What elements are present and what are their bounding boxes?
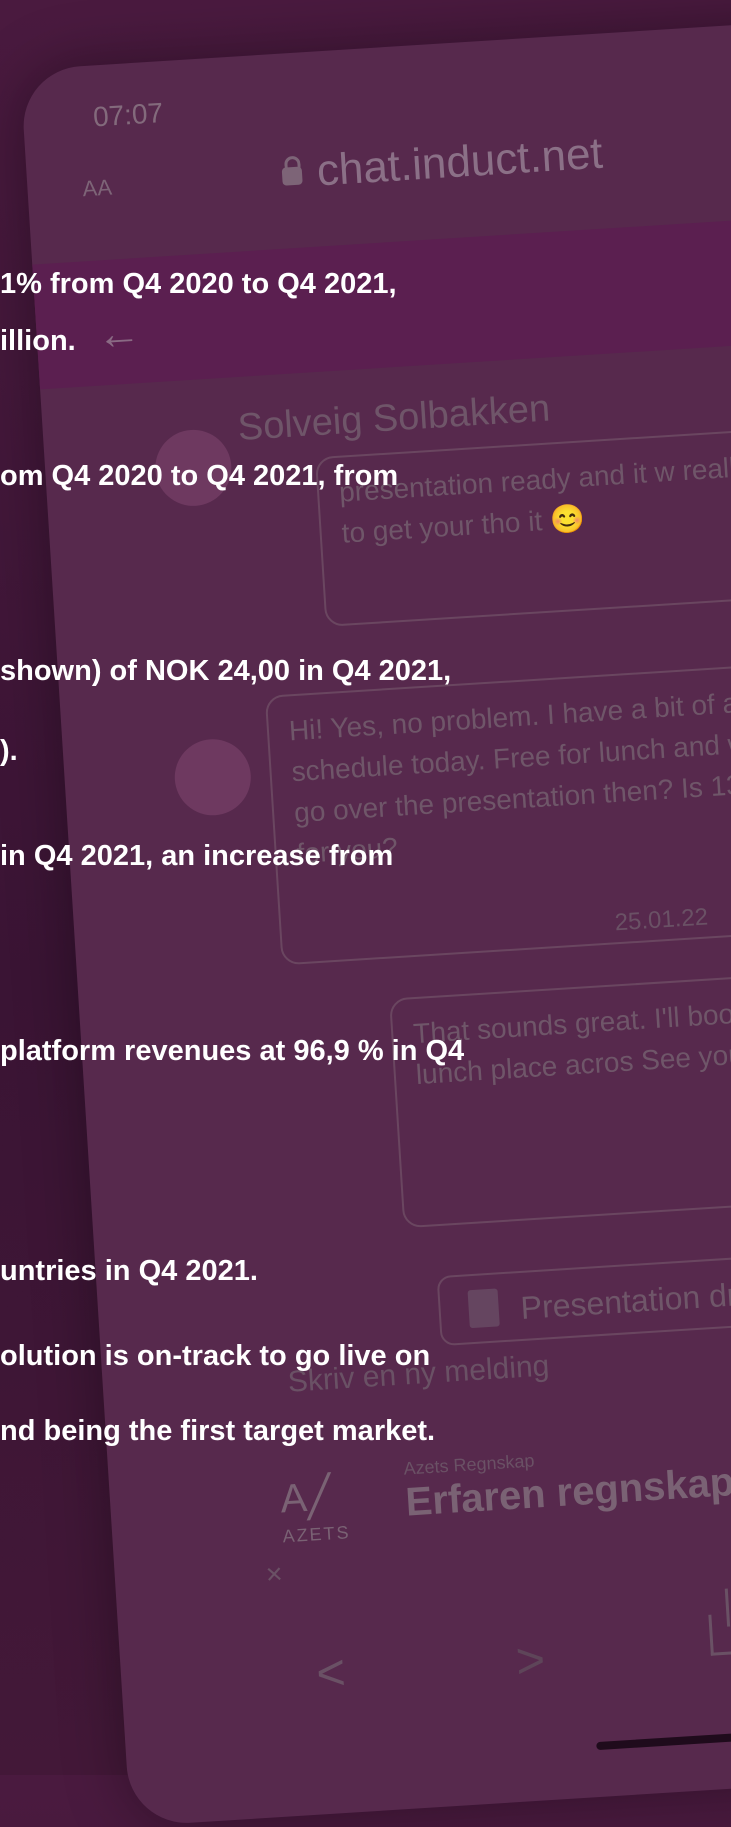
highlight-line-1: 1% from Q4 2020 to Q4 2021, xyxy=(0,268,397,300)
highlight-line-2: illion. xyxy=(0,325,76,357)
highlight-line-10: nd being the first target market. xyxy=(0,1415,436,1447)
highlight-line-6: in Q4 2021, an increase from xyxy=(0,840,394,872)
highlight-line-5: ). xyxy=(0,735,18,767)
highlights-text-overlay: 1% from Q4 2020 to Q4 2021, illion. om Q… xyxy=(0,0,731,1775)
highlight-line-8: untries in Q4 2021. xyxy=(0,1255,258,1287)
highlight-line-4: shown) of NOK 24,00 in Q4 2021, xyxy=(0,655,452,687)
highlight-line-7: platform revenues at 96,9 % in Q4 xyxy=(0,1035,465,1067)
highlight-line-3: om Q4 2020 to Q4 2021, from xyxy=(0,460,399,492)
highlight-line-9: olution is on-track to go live on xyxy=(0,1340,431,1372)
